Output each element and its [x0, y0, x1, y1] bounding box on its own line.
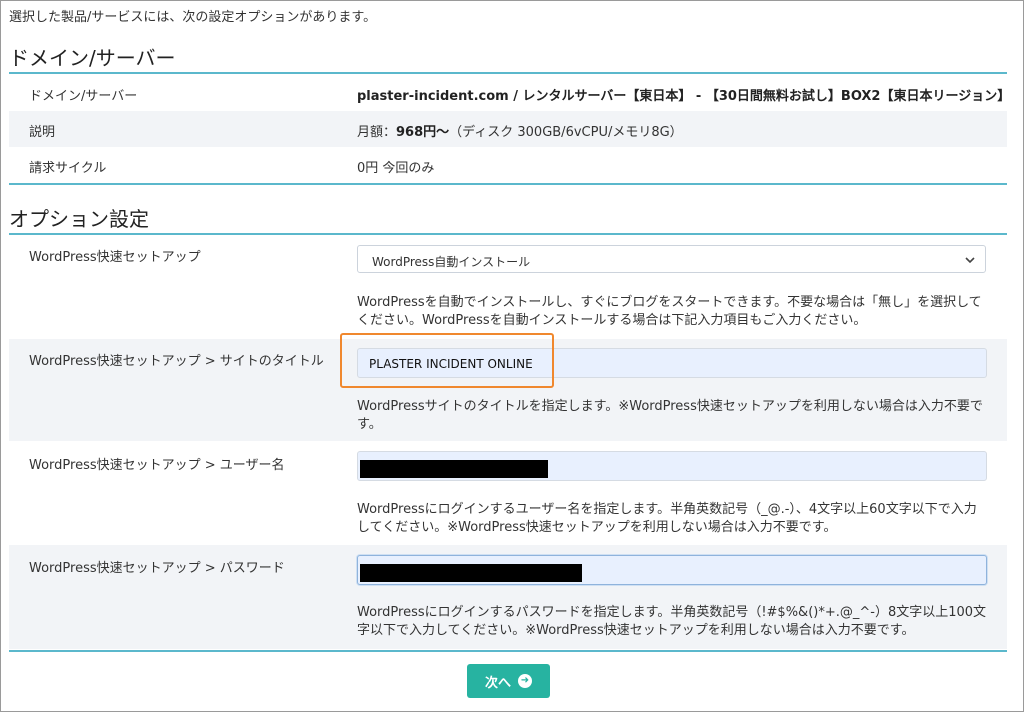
- username-help: WordPressにログインするユーザー名を指定します。半角英数記号（_@.-）…: [357, 502, 977, 535]
- site-title-help: WordPressサイトのタイトルを指定します。※WordPress快速セットア…: [357, 399, 983, 432]
- redacted-password: [360, 564, 582, 582]
- section-divider: [9, 650, 1007, 652]
- billing-cycle-value: 0円 今回のみ: [357, 161, 435, 176]
- wp-setup-label: WordPress快速セットアップ: [29, 250, 201, 265]
- price-amount: 968円〜: [396, 125, 450, 140]
- username-label: WordPress快速セットアップ > ユーザー名: [29, 458, 285, 473]
- domain-section-title: ドメイン/サーバー: [9, 46, 176, 70]
- intro-text: 選択した製品/サービスには、次の設定オプションがあります。: [9, 10, 377, 25]
- section-divider: [9, 233, 1007, 235]
- arrow-circle-right-icon: ➜: [518, 674, 532, 688]
- password-input[interactable]: [357, 555, 987, 585]
- options-section-title: オプション設定: [9, 207, 149, 231]
- site-title-label: WordPress快速セットアップ > サイトのタイトル: [29, 354, 324, 369]
- chevron-down-icon: [964, 250, 976, 273]
- description-value: 月額：968円〜（ディスク 300GB/6vCPU/メモリ8G）: [357, 121, 683, 140]
- next-button-label: 次へ: [484, 675, 511, 691]
- wp-setup-selected: WordPress自動インストール: [372, 255, 531, 269]
- price-prefix: 月額：: [357, 125, 397, 140]
- wp-setup-help: WordPressを自動でインストールし、すぐにブログをスタートできます。不要な…: [357, 295, 982, 328]
- domain-value: plaster-incident.com / レンタルサーバー【東日本】 - 【…: [357, 89, 1011, 104]
- username-input[interactable]: [357, 451, 987, 481]
- redacted-username: [360, 460, 548, 478]
- price-detail: （ディスク 300GB/6vCPU/メモリ8G）: [449, 125, 683, 140]
- password-help: WordPressにログインするパスワードを指定します。半角英数記号（!#$%&…: [357, 605, 987, 638]
- section-divider: [9, 183, 1007, 185]
- domain-label: ドメイン/サーバー: [29, 89, 138, 104]
- billing-cycle-label: 請求サイクル: [29, 161, 107, 176]
- site-title-highlight: [340, 333, 554, 388]
- next-button[interactable]: 次へ ➜: [467, 664, 550, 698]
- section-divider: [9, 72, 1007, 74]
- wp-setup-select[interactable]: WordPress自動インストール: [357, 245, 986, 273]
- password-label: WordPress快速セットアップ > パスワード: [29, 561, 285, 576]
- description-label: 説明: [29, 125, 56, 140]
